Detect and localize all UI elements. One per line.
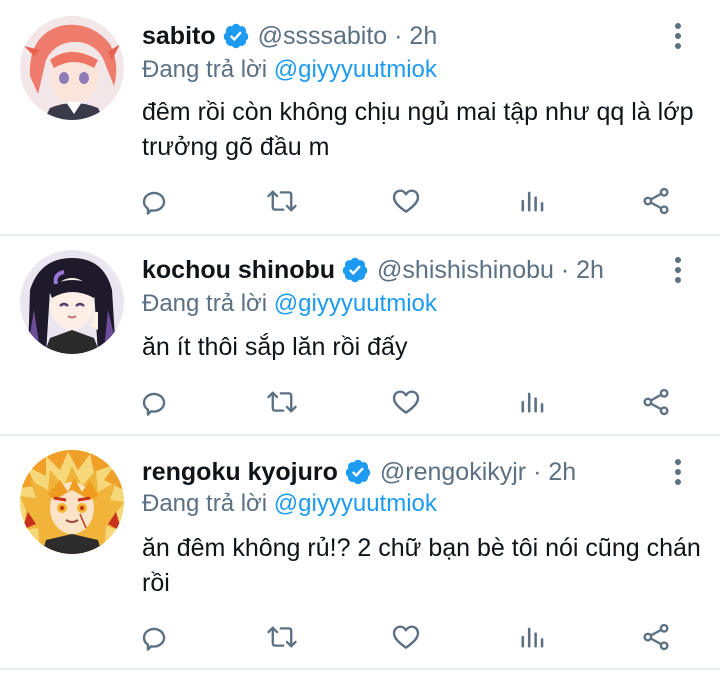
replying-to: Đang trả lời @giyyyuutmiok: [142, 290, 437, 318]
handle-and-time[interactable]: @rengokikyjr · 2h: [380, 458, 576, 487]
action-bar: [0, 181, 720, 221]
reply-mention-link[interactable]: @giyyyuutmiok: [274, 290, 437, 317]
replying-prefix: Đang trả lời: [142, 56, 268, 83]
tweet-header: rengoku kyojuro @rengokikyjr · 2h: [142, 454, 576, 490]
tweet-text: ăn ít thôi sắp lăn rồi đấy: [142, 333, 408, 361]
handle-and-time[interactable]: @shishishinobu · 2h: [377, 256, 604, 285]
tweet-2[interactable]: kochou shinobu @shishishinobu · 2h Đang …: [0, 236, 720, 434]
verified-badge-icon: [345, 459, 371, 485]
tweet-text: ăn đêm không rủ!? 2 chữ bạn bè tôi nói c…: [142, 534, 701, 597]
display-name[interactable]: sabito: [142, 22, 216, 51]
share-icon[interactable]: [636, 382, 676, 422]
reply-icon[interactable]: [136, 382, 176, 422]
verified-badge-icon: [223, 23, 248, 49]
reply-icon[interactable]: [136, 181, 176, 221]
analytics-icon[interactable]: [512, 617, 552, 657]
like-icon[interactable]: [386, 181, 426, 221]
replying-to: Đang trả lời @giyyyuutmiok: [142, 490, 437, 518]
more-options-icon[interactable]: [666, 18, 690, 54]
verified-badge-icon: [342, 257, 368, 283]
retweet-icon[interactable]: [262, 382, 302, 422]
tweet-header: sabito @ssssabito · 2h: [142, 18, 437, 54]
tweet-divider: [0, 668, 720, 670]
avatar-sabito[interactable]: [20, 16, 124, 120]
reply-icon[interactable]: [136, 617, 176, 657]
avatar-rengoku[interactable]: [20, 450, 124, 554]
share-icon[interactable]: [636, 181, 676, 221]
display-name[interactable]: kochou shinobu: [142, 256, 335, 285]
tweet-text: đêm rồi còn không chịu ngủ mai tập như q…: [142, 98, 694, 161]
action-bar: [0, 382, 720, 422]
like-icon[interactable]: [386, 617, 426, 657]
tweet-header: kochou shinobu @shishishinobu · 2h: [142, 252, 604, 288]
replying-to: Đang trả lời @giyyyuutmiok: [142, 56, 437, 84]
more-options-icon[interactable]: [666, 252, 690, 288]
analytics-icon[interactable]: [512, 181, 552, 221]
replying-prefix: Đang trả lời: [142, 490, 268, 517]
tweet-3[interactable]: rengoku kyojuro @rengokikyjr · 2h Đang t…: [0, 436, 720, 668]
display-name[interactable]: rengoku kyojuro: [142, 458, 338, 487]
analytics-icon[interactable]: [512, 382, 552, 422]
replying-prefix: Đang trả lời: [142, 290, 268, 317]
like-icon[interactable]: [386, 382, 426, 422]
reply-mention-link[interactable]: @giyyyuutmiok: [274, 490, 437, 517]
more-options-icon[interactable]: [666, 454, 690, 490]
reply-mention-link[interactable]: @giyyyuutmiok: [274, 56, 437, 83]
tweet-1[interactable]: sabito @ssssabito · 2h Đang trả lời @giy…: [0, 0, 720, 234]
retweet-icon[interactable]: [262, 181, 302, 221]
retweet-icon[interactable]: [262, 617, 302, 657]
avatar-shinobu[interactable]: [20, 250, 124, 354]
handle-and-time[interactable]: @ssssabito · 2h: [258, 22, 438, 51]
action-bar: [0, 617, 720, 657]
share-icon[interactable]: [636, 617, 676, 657]
